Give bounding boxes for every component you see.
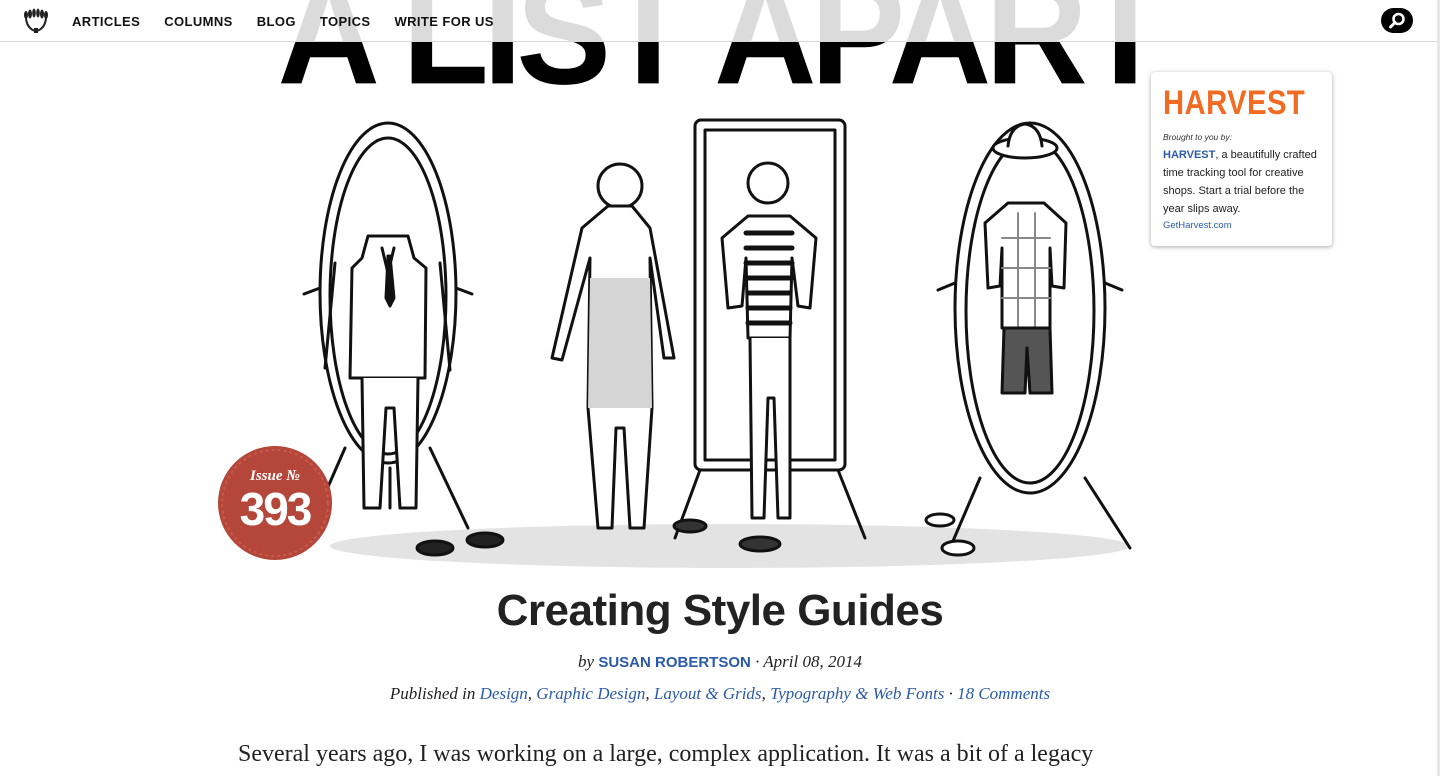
topic-link-layout-grids[interactable]: Layout & Grids [654,684,762,703]
top-nav: ARTICLES COLUMNS BLOG TOPICS WRITE FOR U… [0,0,1440,42]
publish-date: · April 08, 2014 [755,652,862,671]
mirrors-illustration [302,118,1132,568]
article-title: Creating Style Guides [496,586,944,635]
published-in: Published in Design, Graphic Design, Lay… [389,684,1051,703]
nav-blog[interactable]: BLOG [257,14,296,29]
sponsor-card[interactable]: HARVEST Brought to you by: HARVEST, a be… [1151,72,1332,246]
nav-columns[interactable]: COLUMNS [164,14,233,29]
search-button[interactable] [1381,8,1413,33]
author-link[interactable]: SUSAN ROBERTSON [598,654,751,671]
nav-write-for-us[interactable]: WRITE FOR US [394,14,493,29]
sponsor-url-link[interactable]: GetHarvest.com [1163,220,1320,231]
search-icon [1389,12,1405,29]
nav-topics[interactable]: TOPICS [320,14,371,29]
comments-link[interactable]: 18 Comments [957,684,1050,703]
sponsor-brought-by: Brought to you by: [1163,132,1232,142]
topic-link-graphic-design[interactable]: Graphic Design [536,684,645,703]
sponsor-brand-link[interactable]: HARVEST [1163,149,1215,161]
issue-badge[interactable]: Issue № 393 [216,444,334,562]
topic-link-typography[interactable]: Typography & Web Fonts [770,684,944,703]
laurel-wreath-icon[interactable] [22,8,50,34]
published-in-label: Published in [389,684,476,703]
article-body-first-line: Several years ago, I was working on a la… [238,741,1094,767]
byline: by SUSAN ROBERTSON · April 08, 2014 [0,652,1440,672]
nav-articles[interactable]: ARTICLES [72,14,140,29]
sponsor-description: HARVEST, a beautifully crafted time trac… [1163,146,1320,218]
main-nav: ARTICLES COLUMNS BLOG TOPICS WRITE FOR U… [72,0,518,42]
topic-link-design[interactable]: Design [480,684,528,703]
issue-number: 393 [239,483,313,535]
harvest-logo[interactable]: HARVEST [1163,86,1305,120]
byline-by: by [578,652,595,671]
